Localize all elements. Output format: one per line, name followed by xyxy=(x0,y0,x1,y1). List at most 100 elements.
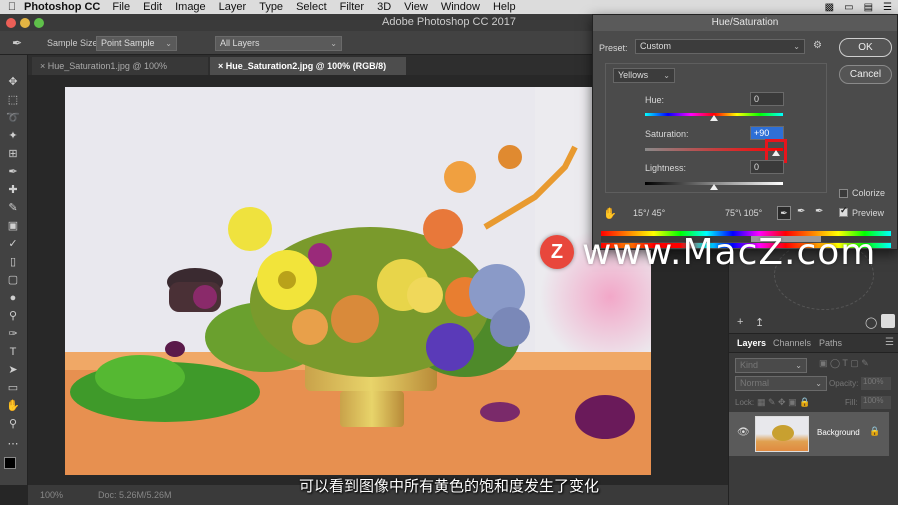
menu-image[interactable]: Image xyxy=(175,1,206,13)
add-to-sample-icon[interactable]: ✒ xyxy=(797,206,805,217)
saturation-slider-track[interactable] xyxy=(645,148,783,151)
eyedropper-icon[interactable]: ✒ xyxy=(12,36,22,50)
trash-icon[interactable] xyxy=(881,314,895,328)
tab-paths[interactable]: Paths xyxy=(819,338,842,348)
kind-filter-dropdown[interactable]: Kind ⌄ xyxy=(735,358,807,373)
opacity-label: Opacity: xyxy=(829,379,859,388)
lock-icons[interactable]: ▦ ✎ ✥ ▣ 🔒 xyxy=(757,397,810,408)
menu-layer[interactable]: Layer xyxy=(219,1,247,13)
upload-icon[interactable]: ↥ xyxy=(755,316,764,329)
path-select-icon[interactable]: ➤ xyxy=(6,363,20,377)
window-title: Adobe Photoshop CC 2017 xyxy=(382,16,516,28)
flower-arrangement-photo[interactable] xyxy=(65,87,651,475)
sample-size-dropdown[interactable]: Point Sample ⌄ xyxy=(96,36,177,51)
mask-icon[interactable]: ◯ xyxy=(865,316,877,329)
chevron-down-icon: ⌄ xyxy=(793,42,800,51)
photo-artwork xyxy=(65,87,651,475)
watermark-text: www.MacZ.com xyxy=(582,231,877,273)
sample-size-value: Point Sample xyxy=(101,38,155,48)
eyedropper-tool-icon[interactable]: ✒ xyxy=(6,165,20,179)
more-tools-icon[interactable]: ⋯ xyxy=(6,437,20,451)
crop-tool-icon[interactable]: ⊞ xyxy=(6,147,20,161)
fill-label: Fill: xyxy=(845,398,858,407)
subtract-from-sample-icon[interactable]: ✒ xyxy=(815,206,823,217)
gradient-tool-icon[interactable]: ▢ xyxy=(6,273,20,287)
preset-dropdown[interactable]: Custom ⌄ xyxy=(635,39,805,54)
move-tool-icon[interactable]: ✥ xyxy=(6,75,20,89)
blend-mode-dropdown[interactable]: Normal ⌄ xyxy=(735,376,827,391)
close-window-button[interactable] xyxy=(6,18,16,28)
close-icon[interactable]: × xyxy=(218,61,223,71)
layer-name[interactable]: Background xyxy=(817,428,860,437)
blur-tool-icon[interactable]: ● xyxy=(6,291,20,305)
brush-tool-icon[interactable]: ✎ xyxy=(6,201,20,215)
quick-select-icon[interactable]: ✦ xyxy=(6,129,20,143)
menu-view[interactable]: View xyxy=(404,1,428,13)
hue-input[interactable]: 0 xyxy=(750,92,784,106)
menu-3d[interactable]: 3D xyxy=(377,1,391,13)
menu-type[interactable]: Type xyxy=(259,1,283,13)
color-range-value: Yellows xyxy=(618,70,649,80)
apple-icon[interactable]:  xyxy=(0,1,24,13)
colorize-checkbox[interactable] xyxy=(839,189,848,198)
chevron-down-icon: ⌄ xyxy=(795,361,802,370)
tab-hue-saturation-2[interactable]: × Hue_Saturation2.jpg @ 100% (RGB/8) xyxy=(210,57,406,75)
ok-button[interactable]: OK xyxy=(839,38,892,57)
menu-filter[interactable]: Filter xyxy=(340,1,364,13)
color-range-dropdown[interactable]: Yellows ⌄ xyxy=(613,68,675,83)
filter-icons[interactable]: ▣ ◯ T ▢ ✎ xyxy=(819,358,869,369)
hand-tool-icon[interactable]: ✋ xyxy=(6,399,20,413)
fill-input[interactable]: 100% xyxy=(861,396,891,409)
menu-window[interactable]: Window xyxy=(441,1,480,13)
dodge-tool-icon[interactable]: ⚲ xyxy=(6,309,20,323)
blend-mode-value: Normal xyxy=(740,378,770,388)
minimize-window-button[interactable] xyxy=(20,18,30,28)
stamp-tool-icon[interactable]: ▣ xyxy=(6,219,20,233)
kind-filter-value: Kind xyxy=(740,360,759,370)
layer-row-background[interactable]: 👁 Background 🔒 xyxy=(729,412,889,456)
menu-edit[interactable]: Edit xyxy=(143,1,162,13)
layers-tabs: Layers Channels Paths ☰ xyxy=(729,333,898,353)
tab-hue-saturation-1[interactable]: × Hue_Saturation1.jpg @ 100% (RGB/8) xyxy=(32,57,208,89)
tab-channels[interactable]: Channels xyxy=(773,338,811,348)
chevron-down-icon: ⌄ xyxy=(815,379,822,388)
dialog-title: Hue/Saturation xyxy=(593,15,897,31)
lightness-input[interactable]: 0 xyxy=(750,160,784,174)
panel-menu-icon[interactable]: ☰ xyxy=(885,337,894,348)
rectangle-tool-icon[interactable]: ▭ xyxy=(6,381,20,395)
zoom-tool-icon[interactable]: ⚲ xyxy=(6,417,20,431)
app-menu[interactable]: Photoshop CC xyxy=(24,1,100,13)
menu-file[interactable]: File xyxy=(112,1,130,13)
lasso-tool-icon[interactable]: ➰ xyxy=(6,111,20,125)
lock-icon: 🔒 xyxy=(869,426,881,436)
healing-brush-icon[interactable]: ✚ xyxy=(6,183,20,197)
menu-select[interactable]: Select xyxy=(296,1,327,13)
display-icon[interactable]: ▭ xyxy=(844,2,853,13)
cancel-button[interactable]: Cancel xyxy=(839,65,892,84)
saturation-input[interactable]: +90 xyxy=(750,126,784,140)
watermark: Z www.MacZ.com xyxy=(540,230,876,274)
lightness-slider-thumb[interactable] xyxy=(710,184,718,190)
eraser-tool-icon[interactable]: ▯ xyxy=(6,255,20,269)
monitor-icon[interactable]: ▤ xyxy=(864,2,873,13)
menu-help[interactable]: Help xyxy=(493,1,516,13)
add-icon[interactable]: + xyxy=(737,316,743,328)
history-brush-icon[interactable]: ✓ xyxy=(6,237,20,251)
list-icon[interactable]: ☰ xyxy=(883,2,892,13)
visibility-eye-icon[interactable]: 👁 xyxy=(737,427,750,438)
sample-layers-dropdown[interactable]: All Layers ⌄ xyxy=(215,36,342,51)
opacity-input[interactable]: 100% xyxy=(861,377,891,390)
screen-record-icon[interactable]: ▩ xyxy=(825,2,834,13)
pen-tool-icon[interactable]: ✑ xyxy=(6,327,20,341)
marquee-tool-icon[interactable]: ⬚ xyxy=(6,93,20,107)
tab-layers[interactable]: Layers xyxy=(737,338,766,348)
hue-slider-thumb[interactable] xyxy=(710,115,718,121)
type-tool-icon[interactable]: T xyxy=(6,345,20,359)
tools-panel: ✥ ⬚ ➰ ✦ ⊞ ✒ ✚ ✎ ▣ ✓ ▯ ▢ ● ⚲ ✑ T ➤ ▭ ✋ ⚲ … xyxy=(0,55,28,485)
zoom-window-button[interactable] xyxy=(34,18,44,28)
targeted-adjustment-hand-icon[interactable]: ✋ xyxy=(603,207,617,220)
range-left-readout: 15°/ 45° xyxy=(633,208,666,218)
eyedropper-icon[interactable]: ✒ xyxy=(777,206,791,220)
preset-options-gear-icon[interactable]: ⚙ xyxy=(813,40,822,51)
close-icon[interactable]: × xyxy=(40,61,45,71)
